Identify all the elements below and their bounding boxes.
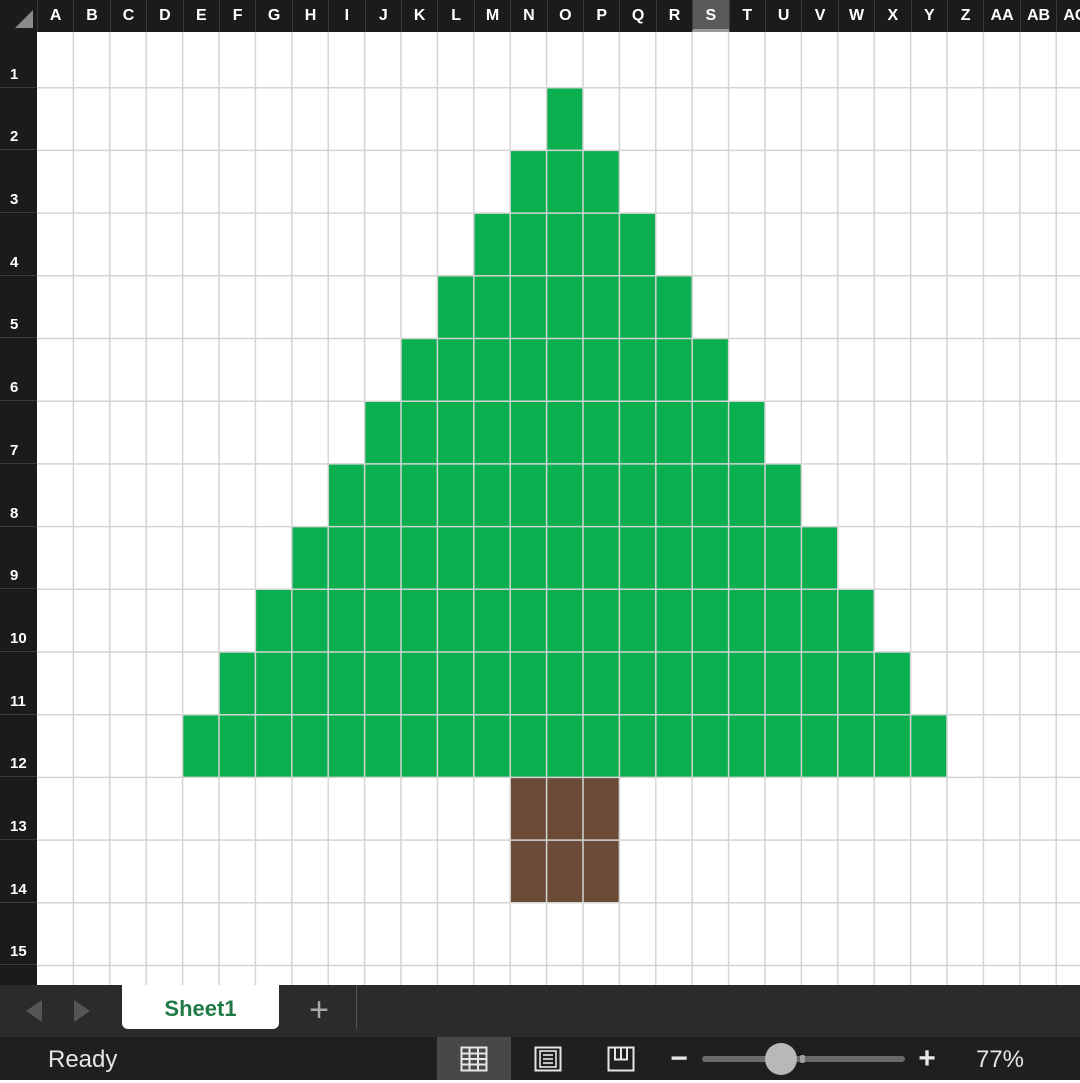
zoom-slider-thumb[interactable] [765,1043,798,1075]
select-all-button[interactable] [0,0,37,32]
column-header-bar: ABCDEFGHIJKLMNOPQRSTUVWXYZAAABAC [0,0,1080,32]
row-number: 12 [10,755,27,773]
row-header-7[interactable]: 7 [0,401,37,464]
row-number: 8 [10,504,19,522]
row-header-14[interactable]: 14 [0,840,37,903]
column-header-s[interactable]: S [692,0,729,32]
row-number: 4 [10,253,19,271]
row-number: 11 [10,692,26,710]
zoom-slider[interactable] [702,1043,905,1075]
row-header-bar: 1 2 3 4 5 6 7 8 9 10 11 12 13 14 15 [0,32,37,985]
column-header-q[interactable]: Q [619,0,655,32]
sheet-tab-bar: Sheet1 + [0,985,1080,1037]
row-header-13[interactable]: 13 [0,777,37,841]
grid-icon [460,1046,488,1071]
zoom-level-label[interactable]: 77% [960,1037,1040,1083]
row-header-4[interactable]: 4 [0,213,37,276]
row-header-9[interactable]: 9 [0,527,37,590]
column-header-h[interactable]: H [291,0,328,32]
column-header-v[interactable]: V [801,0,837,32]
column-header-f[interactable]: F [219,0,255,32]
row-header-12[interactable]: 12 [0,715,37,778]
select-all-icon [15,10,33,28]
column-header-z[interactable]: Z [947,0,983,32]
page-break-view-button[interactable] [584,1037,658,1080]
filled-cells-l5-r5[interactable] [437,275,693,339]
page-layout-icon [534,1046,562,1071]
row-number: 5 [10,316,19,334]
column-header-e[interactable]: E [182,0,219,32]
column-header-u[interactable]: U [765,0,801,32]
page-break-icon [607,1046,635,1071]
row-header-5[interactable]: 5 [0,276,37,339]
filled-cells-h9-v9[interactable] [291,526,838,590]
row-number: 1 [10,65,19,83]
row-number: 6 [10,379,19,397]
row-header-1[interactable]: 1 [0,32,37,88]
chevron-right-icon[interactable] [74,1000,90,1022]
row-number: 9 [10,567,19,585]
column-header-k[interactable]: K [401,0,437,32]
filled-cells-f11-x11[interactable] [219,652,911,715]
row-number: 2 [10,128,19,146]
row-header-11[interactable]: 11 [0,652,37,715]
column-header-n[interactable]: N [510,0,546,32]
filled-cells-g10-w10[interactable] [255,589,875,652]
column-header-ac[interactable]: AC [1056,0,1080,32]
zoom-out-button[interactable]: − [668,1037,690,1081]
filled-cells-i8-u8[interactable] [328,463,802,527]
column-header-i[interactable]: I [328,0,364,32]
column-header-g[interactable]: G [255,0,291,32]
status-text: Ready [48,1046,118,1073]
row-number: 14 [10,880,27,898]
row-number: 13 [10,818,27,836]
normal-view-button[interactable] [437,1037,511,1080]
tab-divider [356,985,357,1029]
row-header-3[interactable]: 3 [0,150,37,214]
sheet-tab-sheet1[interactable]: Sheet1 [122,985,279,1029]
column-header-c[interactable]: C [109,0,146,32]
filled-cells-n3-p3[interactable] [510,150,620,214]
column-header-t[interactable]: T [728,0,765,32]
row-header-6[interactable]: 6 [0,339,37,402]
filled-cells-e12-y12[interactable] [182,714,948,778]
grid-canvas[interactable] [37,32,1080,985]
column-header-l[interactable]: L [437,0,473,32]
row-header-10[interactable]: 10 [0,589,37,652]
column-header-ab[interactable]: AB [1019,0,1056,32]
row-header-15[interactable]: 15 [0,903,37,966]
column-header-r[interactable]: R [655,0,692,32]
filled-cells-m4-q4[interactable] [473,213,656,276]
row-number: 15 [10,943,27,961]
column-header-m[interactable]: M [473,0,510,32]
row-number: 3 [10,191,19,209]
column-header-p[interactable]: P [583,0,619,32]
row-header-2[interactable]: 2 [0,88,37,151]
column-header-x[interactable]: X [874,0,910,32]
filled-cells-k6-s6[interactable] [401,338,729,402]
column-header-o[interactable]: O [546,0,583,32]
add-sheet-button[interactable]: + [300,993,338,1029]
page-layout-view-button[interactable] [511,1037,585,1080]
zoom-100-tick [800,1055,805,1063]
column-header-a[interactable]: A [37,0,73,32]
status-bar: Ready − + 77% [0,1037,1080,1080]
spreadsheet-app: ABCDEFGHIJKLMNOPQRSTUVWXYZAAABAC 1234567… [0,0,1080,1080]
filled-cells-o2[interactable] [546,87,583,151]
zoom-in-button[interactable]: + [914,1037,940,1081]
column-header-j[interactable]: J [364,0,401,32]
column-header-b[interactable]: B [73,0,109,32]
row-number: 7 [10,441,19,459]
filled-cells-j7-t7[interactable] [364,401,765,464]
column-header-d[interactable]: D [146,0,182,32]
chevron-left-icon[interactable] [26,1000,42,1022]
column-header-w[interactable]: W [837,0,874,32]
cell-grid[interactable] [37,32,1080,985]
column-header-aa[interactable]: AA [983,0,1019,32]
row-number: 10 [10,629,27,647]
column-header-y[interactable]: Y [910,0,947,32]
row-header-8[interactable]: 8 [0,464,37,527]
